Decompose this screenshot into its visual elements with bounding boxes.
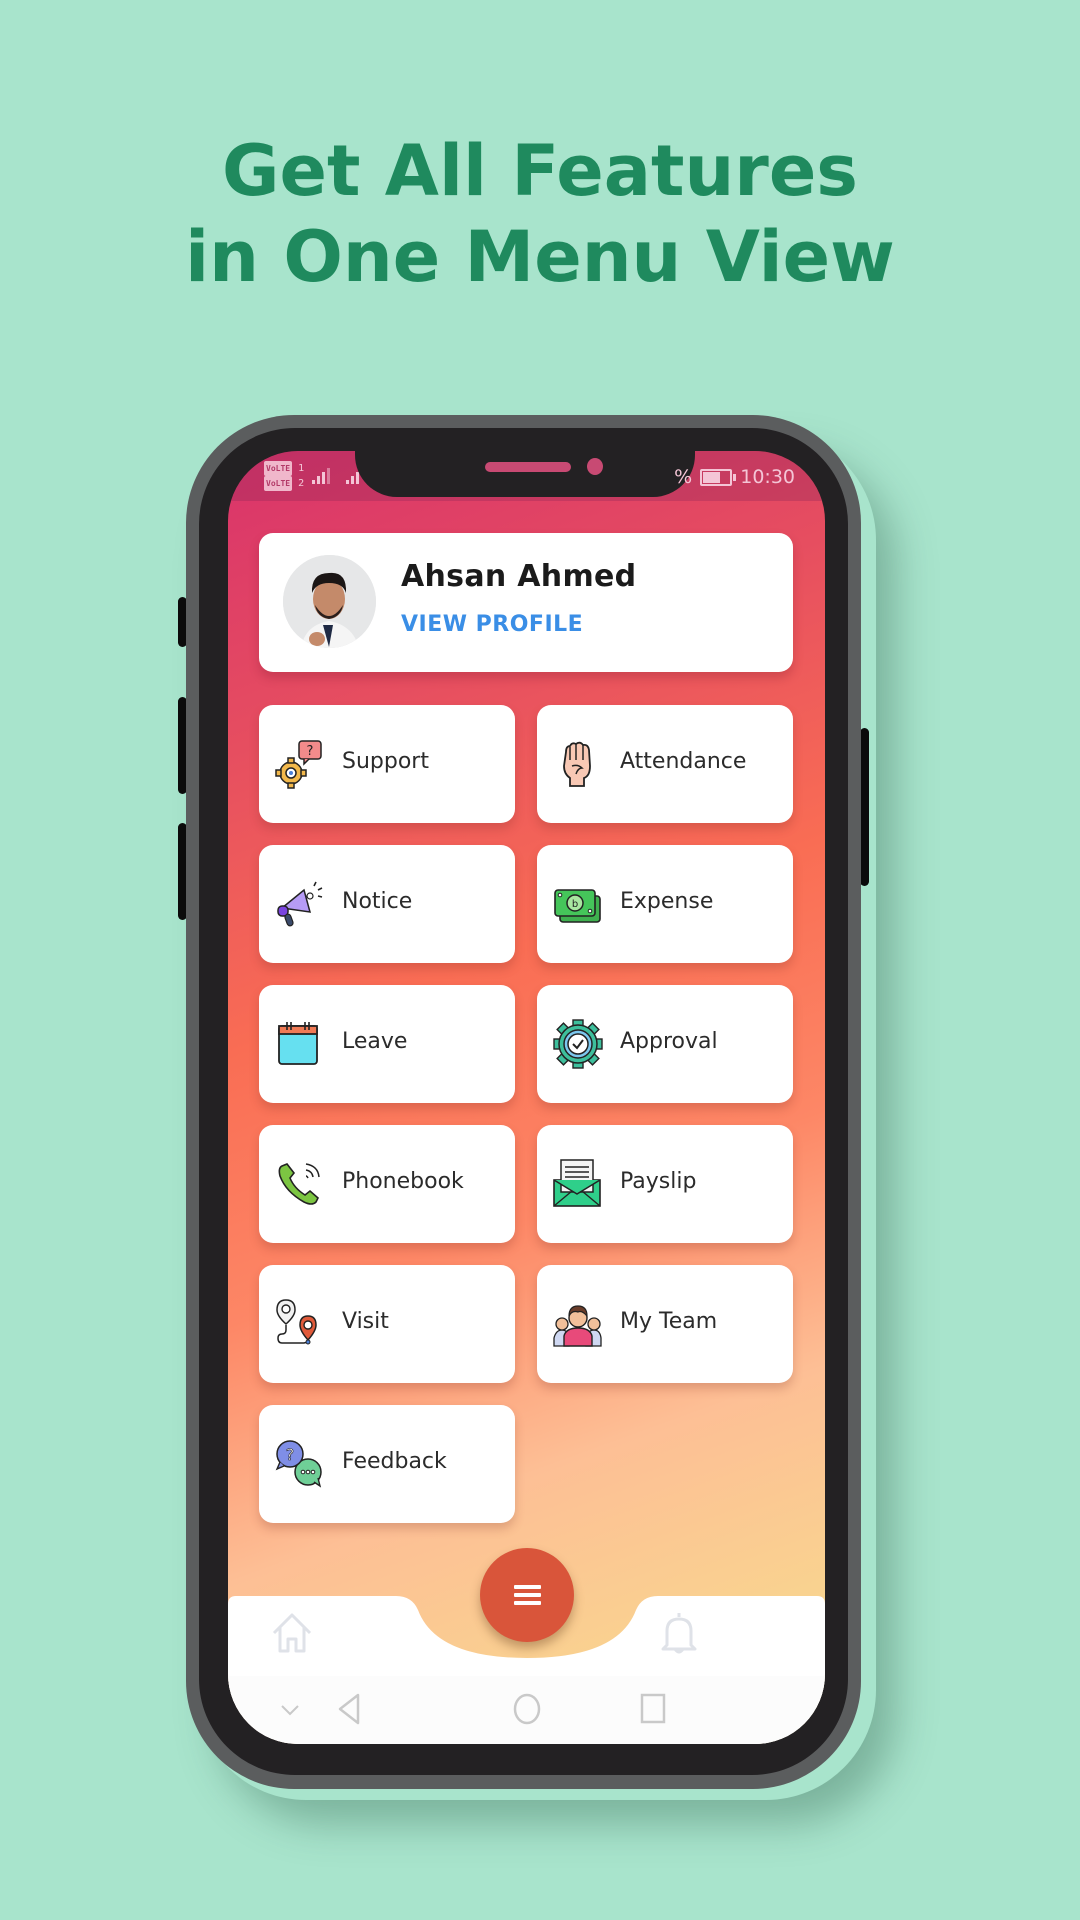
- home-icon[interactable]: [268, 1609, 316, 1657]
- clock: 10:30: [740, 466, 795, 488]
- profile-card[interactable]: Ahsan Ahmed VIEW PROFILE: [259, 533, 793, 672]
- menu-item-label: Support: [342, 749, 429, 774]
- home-circle-icon[interactable]: [511, 1692, 543, 1726]
- team-icon: [553, 1305, 602, 1347]
- calendar-icon: [278, 1022, 318, 1065]
- raised-fist-icon: [563, 741, 591, 787]
- headline-line-2: in One Menu View: [185, 216, 895, 298]
- menu-icon-line: [514, 1593, 541, 1597]
- menu-item-label: My Team: [620, 1309, 718, 1334]
- menu-item-label: Feedback: [342, 1449, 447, 1474]
- bell-icon[interactable]: [655, 1609, 703, 1657]
- recents-icon[interactable]: [638, 1692, 668, 1726]
- battery-icon: [700, 468, 737, 486]
- menu-item-label: Attendance: [620, 749, 747, 774]
- menu-item-label: Leave: [342, 1029, 408, 1054]
- menu-item-label: Notice: [342, 889, 413, 914]
- avatar[interactable]: [283, 555, 376, 648]
- volte-badge-1: VoLTE: [264, 461, 293, 476]
- phone-call-icon: [278, 1163, 320, 1205]
- menu-icon-line: [514, 1585, 541, 1589]
- headline-line-1: Get All Features: [222, 130, 858, 212]
- menu-item-label: Visit: [342, 1309, 389, 1334]
- system-navigation-bar: [228, 1676, 825, 1744]
- menu-item-approval[interactable]: Approval: [537, 985, 793, 1103]
- map-route-icon: [276, 1299, 317, 1345]
- avatar-photo: [283, 555, 376, 648]
- menu-item-visit[interactable]: Visit: [259, 1265, 515, 1383]
- profile-name: Ahsan Ahmed: [401, 559, 637, 594]
- svg-text:?: ?: [307, 744, 314, 759]
- back-icon[interactable]: [334, 1692, 364, 1726]
- svg-text:?: ?: [286, 1445, 295, 1464]
- app-screen: VoLTE 1 VoLTE 2 % 10:30 Ahsan Ahmed VIEW…: [228, 451, 825, 1744]
- menu-item-feedback[interactable]: ? Feedback: [259, 1405, 515, 1523]
- menu-item-label: Payslip: [620, 1169, 697, 1194]
- signal-icon-1: [312, 468, 330, 484]
- menu-item-attendance[interactable]: Attendance: [537, 705, 793, 823]
- power-button: [860, 728, 869, 886]
- money-bills-icon: b: [554, 889, 601, 923]
- megaphone-icon: [277, 881, 323, 927]
- svg-text:b: b: [572, 899, 578, 910]
- menu-icon-line: [514, 1601, 541, 1605]
- status-bar: VoLTE 1 VoLTE 2 % 10:30: [228, 451, 825, 501]
- sim-indicators: VoLTE 1 VoLTE 2: [264, 461, 305, 491]
- speaker-grille: [485, 462, 571, 472]
- menu-fab-button[interactable]: [480, 1548, 574, 1642]
- view-profile-link[interactable]: VIEW PROFILE: [401, 612, 583, 637]
- support-gear-icon: ?: [275, 740, 322, 789]
- camera-notch: [355, 451, 695, 497]
- menu-item-phonebook[interactable]: Phonebook: [259, 1125, 515, 1243]
- chat-bubbles-icon: ?: [275, 1440, 322, 1488]
- battery-fill: [703, 471, 721, 483]
- menu-item-payslip[interactable]: Payslip: [537, 1125, 793, 1243]
- envelope-payslip-icon: [553, 1159, 601, 1207]
- volte-badge-2: VoLTE: [264, 476, 293, 491]
- menu-item-label: Phonebook: [342, 1169, 464, 1194]
- menu-item-label: Expense: [620, 889, 714, 914]
- menu-item-support[interactable]: ? Support: [259, 705, 515, 823]
- chevron-down-icon[interactable]: [278, 1698, 302, 1722]
- menu-item-expense[interactable]: b Expense: [537, 845, 793, 963]
- battery-percent: %: [674, 466, 693, 488]
- menu-item-notice[interactable]: Notice: [259, 845, 515, 963]
- gear-check-icon: [553, 1019, 603, 1069]
- menu-item-my-team[interactable]: My Team: [537, 1265, 793, 1383]
- status-right: % 10:30: [674, 466, 795, 488]
- menu-item-leave[interactable]: Leave: [259, 985, 515, 1103]
- front-camera: [587, 458, 603, 475]
- menu-item-label: Approval: [620, 1029, 718, 1054]
